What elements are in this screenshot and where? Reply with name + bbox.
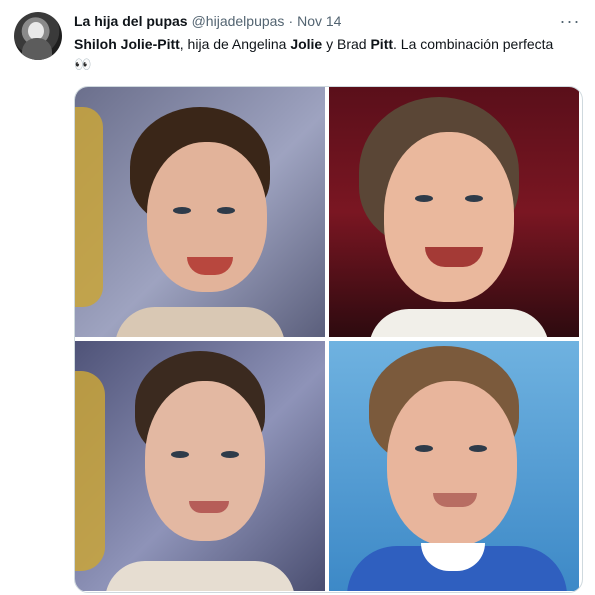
tweet-text: Shiloh Jolie-Pitt, hija de Angelina Joli… xyxy=(74,34,574,74)
tweet-card[interactable]: La hija del pupas @hijadelpupas · Nov 14… xyxy=(0,0,595,595)
face-shape xyxy=(384,132,514,302)
eye-right xyxy=(221,451,239,458)
eye-left xyxy=(171,451,189,458)
eye-right xyxy=(469,445,487,452)
media-image-2[interactable] xyxy=(329,87,579,337)
media-grid xyxy=(74,86,583,593)
header-separator: · xyxy=(288,13,294,29)
text-part: y Brad xyxy=(322,36,371,52)
tweet-header: La hija del pupas @hijadelpupas · Nov 14 xyxy=(74,12,341,30)
media-image-3[interactable] xyxy=(75,341,325,591)
tweet-date[interactable]: Nov 14 xyxy=(297,13,341,29)
shoulders-shape xyxy=(105,561,295,591)
more-options-icon[interactable]: ··· xyxy=(559,10,581,32)
author-avatar[interactable] xyxy=(14,12,62,60)
eye-right xyxy=(465,195,483,202)
media-image-1[interactable] xyxy=(75,87,325,337)
text-part: , hija de Angelina xyxy=(179,36,291,52)
shoulders-shape xyxy=(369,309,549,337)
eye-left xyxy=(415,195,433,202)
background-decoration xyxy=(75,371,105,571)
eye-left xyxy=(415,445,433,452)
text-bold-jolie: Jolie xyxy=(290,36,323,52)
avatar-body-shape xyxy=(22,38,52,60)
mouth-shape xyxy=(189,501,229,513)
text-bold-shiloh: Shiloh Jolie-Pitt xyxy=(74,36,180,52)
shoulders-shape xyxy=(115,307,285,337)
face-shape xyxy=(387,381,517,546)
text-bold-pitt: Pitt xyxy=(370,36,394,52)
background-decoration xyxy=(75,107,103,307)
author-name[interactable]: La hija del pupas xyxy=(74,13,188,29)
eye-right xyxy=(217,207,235,214)
author-handle[interactable]: @hijadelpupas xyxy=(192,13,285,29)
eye-left xyxy=(173,207,191,214)
face-shape xyxy=(145,381,265,541)
media-image-4[interactable] xyxy=(329,341,579,591)
